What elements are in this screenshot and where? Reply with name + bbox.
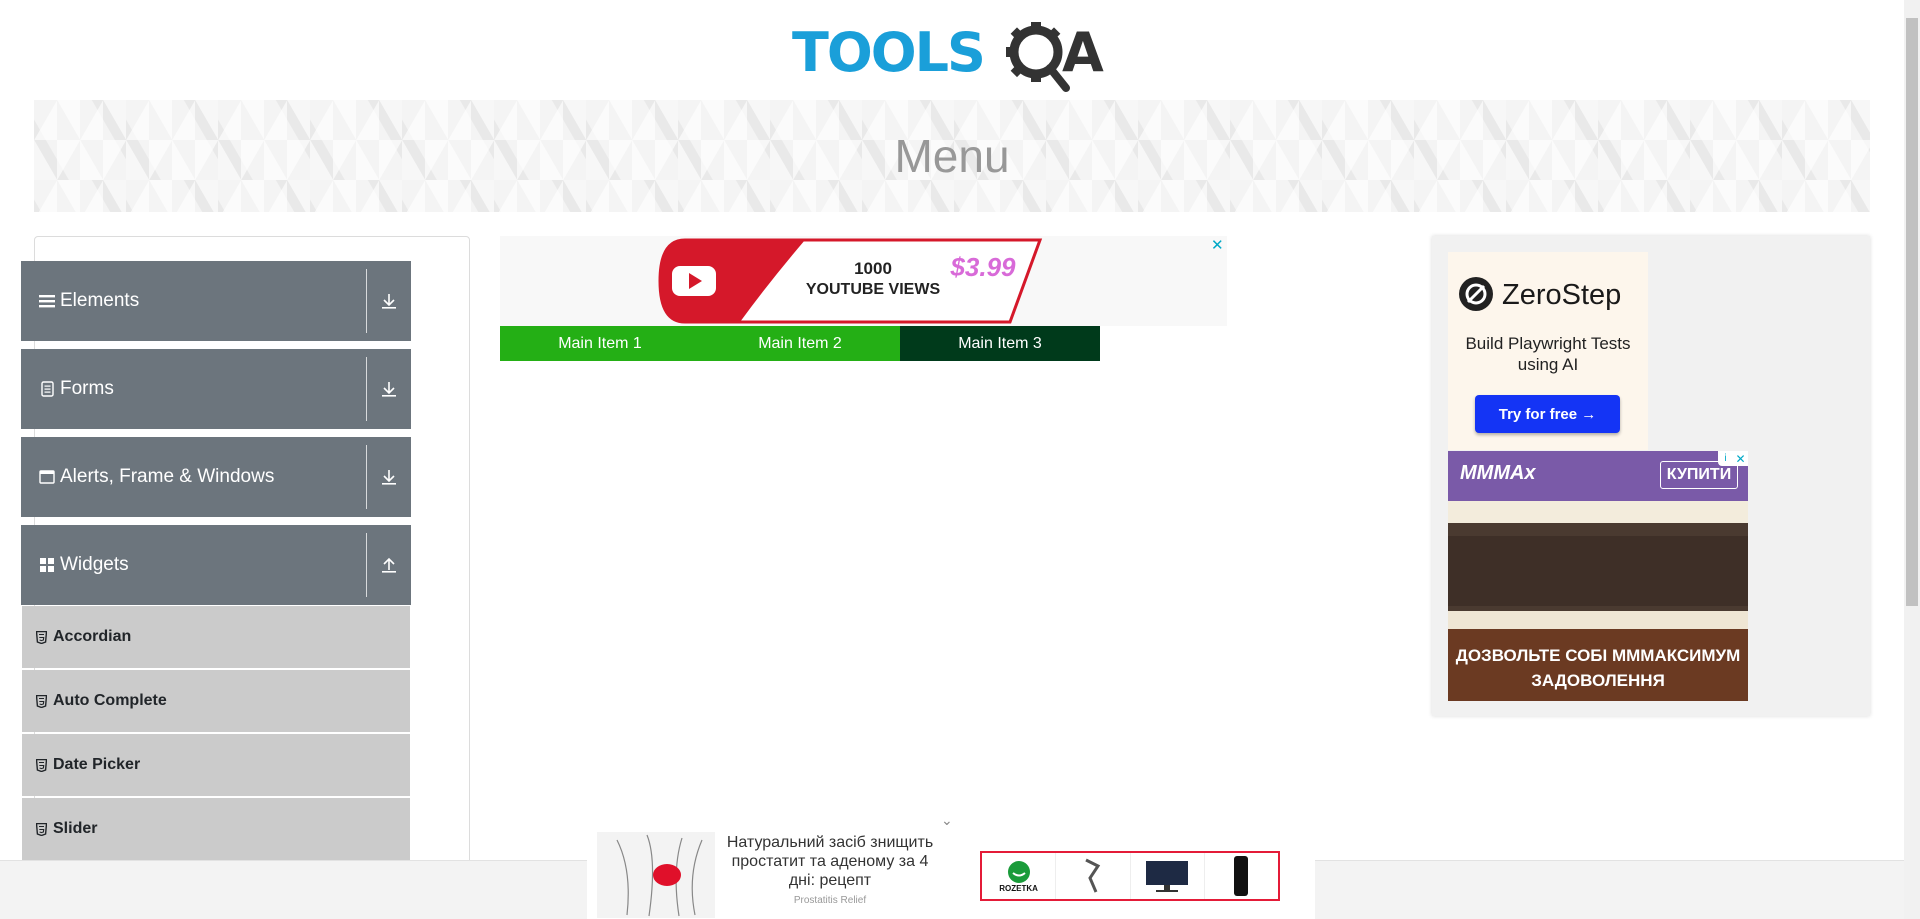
toolsqa-logo[interactable]: TOOLS A xyxy=(790,14,1120,94)
sidebar-group-label: Forms xyxy=(60,378,114,399)
form-icon xyxy=(38,380,56,398)
try-free-button[interactable]: Try for free → xyxy=(1475,395,1620,433)
html5-icon xyxy=(36,694,47,708)
page-title: Menu xyxy=(894,130,1010,182)
sidebar-item-accordian[interactable]: Accordian xyxy=(22,606,410,668)
ad-line1: 1000 xyxy=(854,259,892,278)
chevron-down-icon[interactable]: ⌄ xyxy=(941,812,953,829)
rozetka-label: ROZETKA xyxy=(999,883,1038,893)
sidebar-group-forms[interactable]: Forms xyxy=(21,349,411,429)
menu-item-main-1[interactable]: Main Item 1 xyxy=(500,326,700,361)
main-menu: Main Item 1 Main Item 2 Main Item 3 xyxy=(500,326,1100,361)
zerostep-logo-icon xyxy=(1458,276,1494,317)
html5-icon xyxy=(36,630,47,644)
upload-arrow-icon[interactable] xyxy=(367,556,411,574)
page: TOOLS A Menu Elements Forms Alerts, Fram… xyxy=(0,0,1920,919)
product-strip[interactable]: ROZETKA xyxy=(980,851,1280,901)
product-speaker[interactable] xyxy=(1205,853,1278,899)
product-monitor-arm[interactable] xyxy=(1056,853,1131,899)
ad-close-icon[interactable]: ✕ xyxy=(1211,236,1224,254)
zerostep-brand: ZeroStep xyxy=(1502,279,1622,311)
menu-item-main-3[interactable]: Main Item 3 xyxy=(900,326,1100,361)
download-arrow-icon[interactable] xyxy=(367,380,411,398)
sidebar-item-label: Date Picker xyxy=(53,756,141,773)
cake-brand: MMMAx xyxy=(1460,462,1536,484)
menu-item-main-2[interactable]: Main Item 2 xyxy=(700,326,900,361)
gear-magnifier-icon xyxy=(1006,22,1070,92)
scrollbar-thumb[interactable] xyxy=(1906,18,1918,606)
ad-info-icon[interactable]: i xyxy=(1718,451,1733,466)
logo-tools-text: TOOLS xyxy=(792,21,984,84)
product-monitor[interactable] xyxy=(1131,853,1205,899)
bottom-ad-text: Натуральний засіб знищить простатит та а… xyxy=(726,834,934,889)
bottom-ad-brand: Prostatitis Relief xyxy=(793,895,867,906)
sidebar-group-elements[interactable]: Elements xyxy=(21,261,411,341)
rozetka-logo[interactable]: ROZETKA xyxy=(982,853,1057,899)
html5-icon xyxy=(36,758,47,772)
sidebar-item-slider[interactable]: Slider xyxy=(22,798,410,860)
download-arrow-icon[interactable] xyxy=(367,292,411,310)
sidebar-group-label: Alerts, Frame & Windows xyxy=(60,466,275,487)
sidebar-item-label: Auto Complete xyxy=(53,692,167,709)
ad-close-icon[interactable]: ✕ xyxy=(1733,451,1748,466)
download-arrow-icon[interactable] xyxy=(367,468,411,486)
sidebar-group-label: Elements xyxy=(60,290,140,311)
ad-image xyxy=(597,832,715,918)
ad-line2: YOUTUBE VIEWS xyxy=(806,281,941,298)
logo-a-text: A xyxy=(1062,21,1104,84)
sidebar-group-alerts[interactable]: Alerts, Frame & Windows xyxy=(21,437,411,517)
html5-icon xyxy=(36,822,47,836)
page-banner: Menu xyxy=(34,100,1870,212)
sidebar-group-label: Widgets xyxy=(60,554,129,575)
sidebar-item-label: Slider xyxy=(53,820,98,837)
cake-slogan: ДОЗВОЛЬТЕ СОБІ ММMАКСИМУМ ЗАДОВОЛЕННЯ xyxy=(1455,646,1741,690)
widgets-icon xyxy=(38,556,56,574)
ad-price: $3.99 xyxy=(949,252,1016,282)
top-ad-banner[interactable]: 1000 YOUTUBE VIEWS $3.99 xyxy=(500,236,1227,326)
window-icon xyxy=(38,468,56,486)
zerostep-subtitle: Build Playwright Tests using AI xyxy=(1465,334,1631,374)
sidebar-item-auto-complete[interactable]: Auto Complete xyxy=(22,670,410,732)
hamburger-icon xyxy=(38,292,56,310)
sidebar-item-label: Accordian xyxy=(53,628,132,645)
sidebar-group-widgets[interactable]: Widgets xyxy=(21,525,411,605)
sidebar-item-date-picker[interactable]: Date Picker xyxy=(22,734,410,796)
